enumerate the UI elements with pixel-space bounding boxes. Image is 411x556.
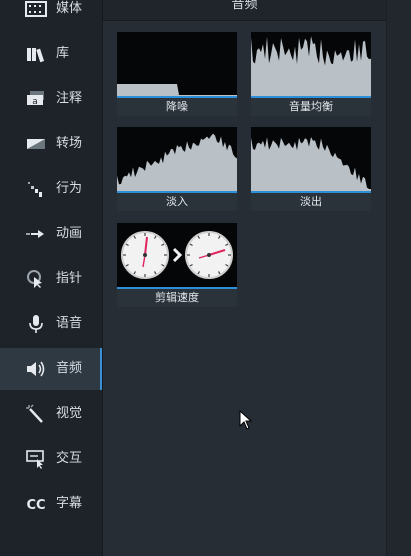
sidebar-item-library[interactable]: 库: [0, 33, 102, 75]
interactive-cursor-icon: [24, 449, 48, 469]
sidebar-item-label: 动画: [56, 226, 83, 241]
tile-label: 降噪: [117, 98, 237, 116]
sidebar-item-label: 音频: [56, 361, 83, 376]
panel-header: 音频: [103, 0, 386, 21]
sidebar-item-media[interactable]: 媒体: [0, 0, 102, 30]
page-title: 音频: [231, 0, 258, 12]
sidebar-item-label: 注释: [56, 91, 83, 106]
sidebar-item-audio[interactable]: 音频: [0, 348, 102, 390]
film-strip-icon: [24, 0, 48, 19]
fade-in-waveform-icon: [117, 127, 237, 193]
effect-tile-clip-speed[interactable]: 剪辑速度: [117, 223, 237, 307]
cc-caption-icon: CC: [24, 494, 48, 514]
fade-out-waveform-icon: [251, 127, 371, 193]
sidebar-item-captions[interactable]: CC 字幕: [0, 483, 102, 525]
sidebar-item-label: 字幕: [56, 496, 83, 511]
sidebar-item-animations[interactable]: 动画: [0, 213, 102, 255]
sidebar-item-label: 行为: [56, 181, 83, 196]
effect-tile-fade-in[interactable]: 淡入: [117, 127, 237, 211]
sidebar-item-label: 交互: [56, 451, 83, 466]
tile-label: 剪辑速度: [117, 289, 237, 307]
noise-removal-waveform-icon: [117, 32, 237, 98]
sidebar-item-voice[interactable]: 语音: [0, 303, 102, 345]
effect-tile-fade-out[interactable]: 淡出: [251, 127, 371, 211]
sidebar: 媒体 库 a 注释 转场 行为 动画 指针 语音 音频 视觉 交互 CC 字幕: [0, 0, 103, 556]
svg-text:CC: CC: [26, 498, 45, 513]
animation-arrow-icon: [24, 224, 48, 244]
sidebar-item-label: 语音: [56, 316, 83, 331]
mouse-cursor-icon: [239, 409, 253, 430]
sidebar-item-label: 指针: [56, 271, 83, 286]
sidebar-item-label: 转场: [56, 136, 83, 151]
tile-label: 音量均衡: [251, 98, 371, 116]
svg-text:a: a: [32, 97, 38, 107]
transition-icon: [24, 134, 48, 154]
library-books-icon: [24, 44, 48, 64]
speaker-icon: [24, 359, 48, 379]
sidebar-item-visual[interactable]: 视觉: [0, 393, 102, 435]
clip-speed-clocks-icon: [117, 223, 237, 289]
effect-tile-volume-leveling[interactable]: 音量均衡: [251, 32, 371, 116]
tile-label: 淡入: [117, 193, 237, 211]
volume-leveling-waveform-icon: [251, 32, 371, 98]
annotation-callout-icon: a: [24, 89, 48, 109]
sidebar-item-interactivity[interactable]: 交互: [0, 438, 102, 480]
effect-tile-noise-removal[interactable]: 降噪: [117, 32, 237, 116]
sidebar-item-transitions[interactable]: 转场: [0, 123, 102, 165]
microphone-icon: [24, 314, 48, 334]
tile-label: 淡出: [251, 193, 371, 211]
sidebar-item-annotations[interactable]: a 注释: [0, 78, 102, 120]
scrollbar-track[interactable]: [386, 0, 411, 556]
sidebar-item-cursor[interactable]: 指针: [0, 258, 102, 300]
cursor-pointer-icon: [24, 269, 48, 289]
sidebar-item-label: 库: [56, 46, 70, 61]
sidebar-item-behaviors[interactable]: 行为: [0, 168, 102, 210]
sidebar-item-label: 媒体: [56, 1, 83, 16]
behavior-dots-icon: [24, 179, 48, 199]
magic-wand-icon: [24, 404, 48, 424]
sidebar-item-label: 视觉: [56, 406, 83, 421]
